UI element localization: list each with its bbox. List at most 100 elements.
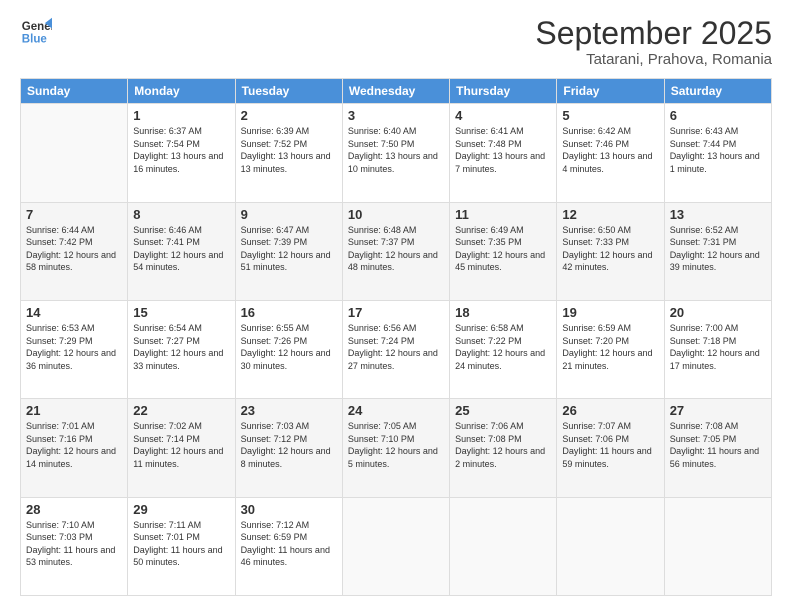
calendar-cell: 11Sunrise: 6:49 AM Sunset: 7:35 PM Dayli… (450, 202, 557, 300)
logo: General Blue (20, 16, 52, 48)
day-number: 17 (348, 305, 444, 320)
day-number: 18 (455, 305, 551, 320)
day-number: 30 (241, 502, 337, 517)
calendar-week-row: 28 Sunrise: 7:10 AM Sunset: 7:03 PM Dayli… (21, 497, 772, 595)
day-info: Sunrise: 7:02 AM Sunset: 7:14 PM Dayligh… (133, 420, 229, 470)
calendar-cell: 14Sunrise: 6:53 AM Sunset: 7:29 PM Dayli… (21, 300, 128, 398)
day-number: 29 (133, 502, 229, 517)
day-number: 23 (241, 403, 337, 418)
day-number: 8 (133, 207, 229, 222)
day-number: 16 (241, 305, 337, 320)
header: General Blue September 2025 Tatarani, Pr… (20, 16, 772, 68)
calendar-week-row: 7 Sunrise: 6:44 AM Sunset: 7:42 PM Daylig… (21, 202, 772, 300)
calendar-day-header: Saturday (664, 79, 771, 104)
day-info: Sunrise: 6:46 AM Sunset: 7:41 PM Dayligh… (133, 224, 229, 274)
calendar-cell: 20 Sunrise: 7:00 AM Sunset: 7:18 PM Dayli… (664, 300, 771, 398)
svg-text:Blue: Blue (22, 34, 48, 46)
calendar-cell: 30 Sunrise: 7:12 AM Sunset: 6:59 PM Dayli… (235, 497, 342, 595)
day-info: Sunrise: 6:42 AM Sunset: 7:46 PM Dayligh… (562, 125, 658, 175)
calendar-day-header: Monday (128, 79, 235, 104)
calendar-week-row: 1Sunrise: 6:37 AM Sunset: 7:54 PM Daylig… (21, 104, 772, 202)
calendar-week-row: 21Sunrise: 7:01 AM Sunset: 7:16 PM Dayli… (21, 399, 772, 497)
calendar-header-row: SundayMondayTuesdayWednesdayThursdayFrid… (21, 79, 772, 104)
day-info: Sunrise: 6:40 AM Sunset: 7:50 PM Dayligh… (348, 125, 444, 175)
calendar-cell: 26Sunrise: 7:07 AM Sunset: 7:06 PM Dayli… (557, 399, 664, 497)
calendar-week-row: 14Sunrise: 6:53 AM Sunset: 7:29 PM Dayli… (21, 300, 772, 398)
day-info: Sunrise: 6:50 AM Sunset: 7:33 PM Dayligh… (562, 224, 658, 274)
calendar-cell (664, 497, 771, 595)
calendar-cell (557, 497, 664, 595)
day-info: Sunrise: 6:39 AM Sunset: 7:52 PM Dayligh… (241, 125, 337, 175)
calendar-cell: 13 Sunrise: 6:52 AM Sunset: 7:31 PM Dayli… (664, 202, 771, 300)
day-number: 9 (241, 207, 337, 222)
calendar-cell: 24 Sunrise: 7:05 AM Sunset: 7:10 PM Dayli… (342, 399, 449, 497)
day-number: 13 (670, 207, 766, 222)
day-number: 12 (562, 207, 658, 222)
calendar-cell: 28 Sunrise: 7:10 AM Sunset: 7:03 PM Dayli… (21, 497, 128, 595)
day-info: Sunrise: 7:12 AM Sunset: 6:59 PM Dayligh… (241, 519, 337, 569)
day-number: 1 (133, 108, 229, 123)
calendar-cell: 3 Sunrise: 6:40 AM Sunset: 7:50 PM Daylig… (342, 104, 449, 202)
day-number: 6 (670, 108, 766, 123)
calendar-cell (21, 104, 128, 202)
title-block: September 2025 Tatarani, Prahova, Romani… (535, 16, 772, 68)
calendar-cell: 10 Sunrise: 6:48 AM Sunset: 7:37 PM Dayli… (342, 202, 449, 300)
day-info: Sunrise: 6:59 AM Sunset: 7:20 PM Dayligh… (562, 322, 658, 372)
day-number: 24 (348, 403, 444, 418)
page: General Blue September 2025 Tatarani, Pr… (0, 0, 792, 612)
day-info: Sunrise: 6:55 AM Sunset: 7:26 PM Dayligh… (241, 322, 337, 372)
calendar-day-header: Thursday (450, 79, 557, 104)
calendar-day-header: Friday (557, 79, 664, 104)
day-number: 25 (455, 403, 551, 418)
calendar-cell: 12 Sunrise: 6:50 AM Sunset: 7:33 PM Dayli… (557, 202, 664, 300)
calendar-day-header: Wednesday (342, 79, 449, 104)
day-info: Sunrise: 6:48 AM Sunset: 7:37 PM Dayligh… (348, 224, 444, 274)
day-number: 26 (562, 403, 658, 418)
calendar-cell: 8 Sunrise: 6:46 AM Sunset: 7:41 PM Daylig… (128, 202, 235, 300)
day-number: 2 (241, 108, 337, 123)
calendar-cell: 18Sunrise: 6:58 AM Sunset: 7:22 PM Dayli… (450, 300, 557, 398)
day-number: 3 (348, 108, 444, 123)
day-number: 5 (562, 108, 658, 123)
day-info: Sunrise: 6:47 AM Sunset: 7:39 PM Dayligh… (241, 224, 337, 274)
day-info: Sunrise: 7:08 AM Sunset: 7:05 PM Dayligh… (670, 420, 766, 470)
calendar-cell: 23 Sunrise: 7:03 AM Sunset: 7:12 PM Dayli… (235, 399, 342, 497)
calendar-cell: 22 Sunrise: 7:02 AM Sunset: 7:14 PM Dayli… (128, 399, 235, 497)
day-info: Sunrise: 7:00 AM Sunset: 7:18 PM Dayligh… (670, 322, 766, 372)
calendar-cell: 17 Sunrise: 6:56 AM Sunset: 7:24 PM Dayli… (342, 300, 449, 398)
calendar-cell: 25 Sunrise: 7:06 AM Sunset: 7:08 PM Dayli… (450, 399, 557, 497)
day-info: Sunrise: 7:05 AM Sunset: 7:10 PM Dayligh… (348, 420, 444, 470)
day-info: Sunrise: 6:43 AM Sunset: 7:44 PM Dayligh… (670, 125, 766, 175)
calendar-cell: 4Sunrise: 6:41 AM Sunset: 7:48 PM Daylig… (450, 104, 557, 202)
calendar-table: SundayMondayTuesdayWednesdayThursdayFrid… (20, 78, 772, 596)
day-info: Sunrise: 7:03 AM Sunset: 7:12 PM Dayligh… (241, 420, 337, 470)
calendar-cell: 2 Sunrise: 6:39 AM Sunset: 7:52 PM Daylig… (235, 104, 342, 202)
calendar-cell (450, 497, 557, 595)
day-number: 14 (26, 305, 122, 320)
logo-icon: General Blue (20, 16, 52, 48)
day-info: Sunrise: 6:54 AM Sunset: 7:27 PM Dayligh… (133, 322, 229, 372)
calendar-cell: 29 Sunrise: 7:11 AM Sunset: 7:01 PM Dayli… (128, 497, 235, 595)
calendar-cell: 1Sunrise: 6:37 AM Sunset: 7:54 PM Daylig… (128, 104, 235, 202)
day-number: 10 (348, 207, 444, 222)
day-info: Sunrise: 7:06 AM Sunset: 7:08 PM Dayligh… (455, 420, 551, 470)
day-info: Sunrise: 6:52 AM Sunset: 7:31 PM Dayligh… (670, 224, 766, 274)
day-number: 7 (26, 207, 122, 222)
calendar-cell: 15Sunrise: 6:54 AM Sunset: 7:27 PM Dayli… (128, 300, 235, 398)
calendar-cell: 21Sunrise: 7:01 AM Sunset: 7:16 PM Dayli… (21, 399, 128, 497)
day-number: 20 (670, 305, 766, 320)
calendar-cell: 19Sunrise: 6:59 AM Sunset: 7:20 PM Dayli… (557, 300, 664, 398)
day-number: 4 (455, 108, 551, 123)
day-number: 28 (26, 502, 122, 517)
calendar-cell: 27 Sunrise: 7:08 AM Sunset: 7:05 PM Dayli… (664, 399, 771, 497)
day-info: Sunrise: 7:11 AM Sunset: 7:01 PM Dayligh… (133, 519, 229, 569)
day-info: Sunrise: 7:10 AM Sunset: 7:03 PM Dayligh… (26, 519, 122, 569)
day-number: 22 (133, 403, 229, 418)
day-info: Sunrise: 6:44 AM Sunset: 7:42 PM Dayligh… (26, 224, 122, 274)
calendar-cell: 16 Sunrise: 6:55 AM Sunset: 7:26 PM Dayli… (235, 300, 342, 398)
day-info: Sunrise: 6:49 AM Sunset: 7:35 PM Dayligh… (455, 224, 551, 274)
day-number: 27 (670, 403, 766, 418)
calendar-day-header: Sunday (21, 79, 128, 104)
subtitle: Tatarani, Prahova, Romania (535, 51, 772, 68)
day-info: Sunrise: 6:56 AM Sunset: 7:24 PM Dayligh… (348, 322, 444, 372)
